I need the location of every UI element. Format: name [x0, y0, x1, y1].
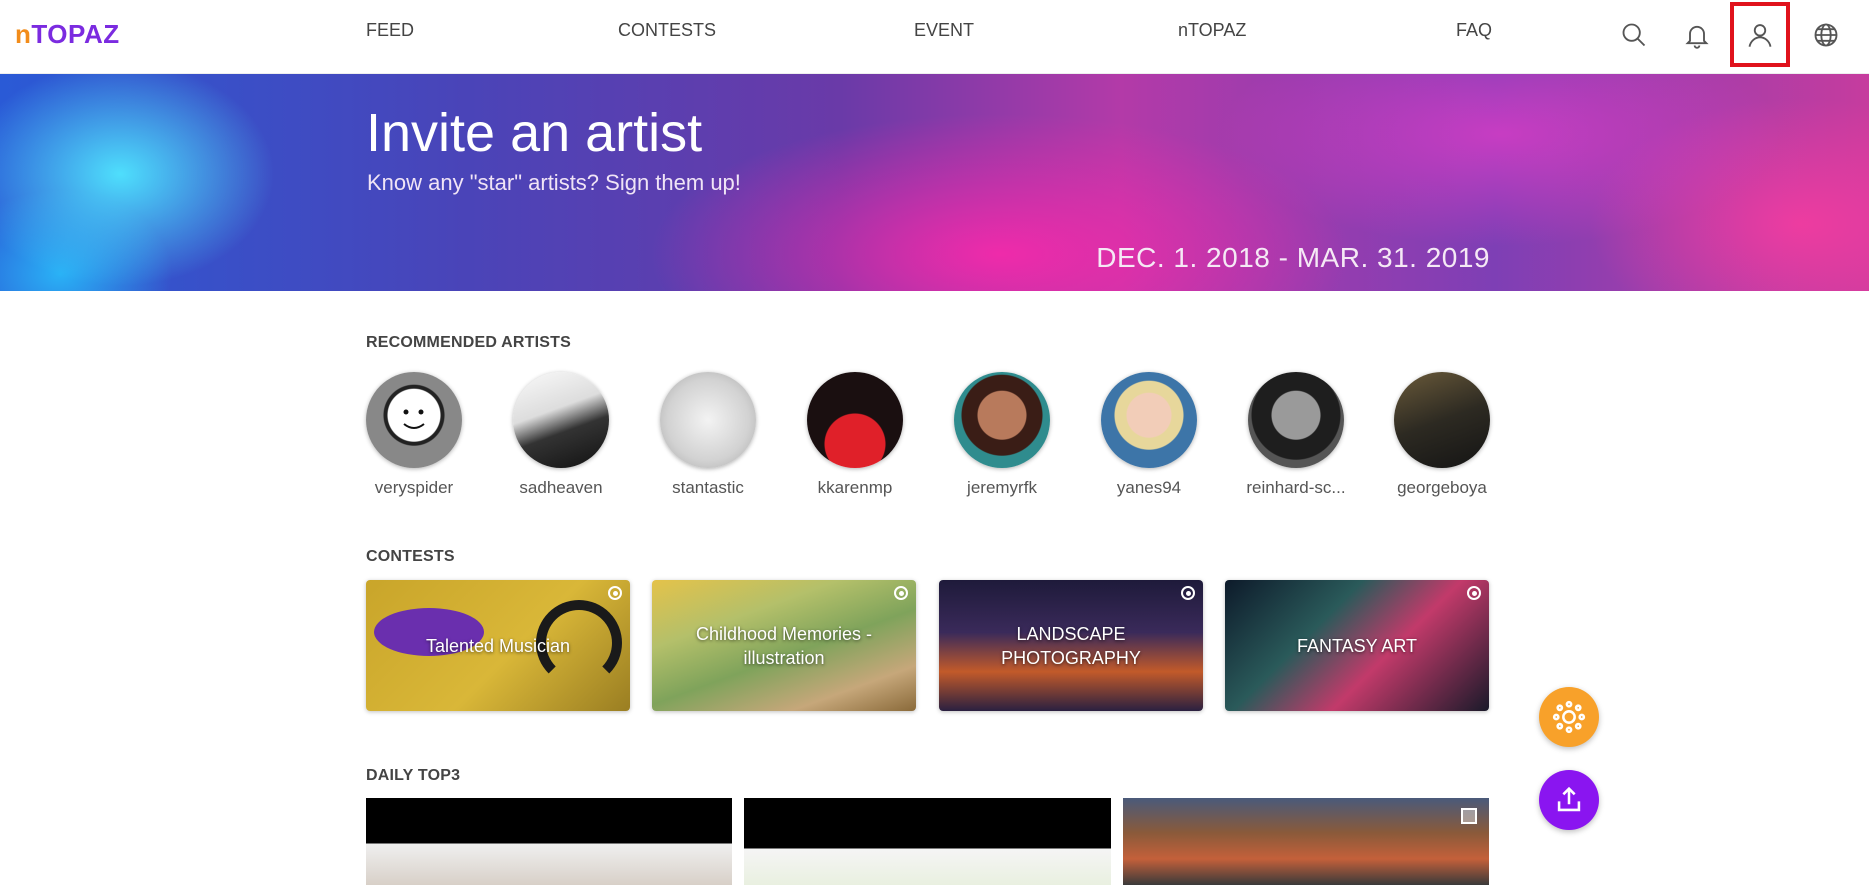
contest-title: Childhood Memories - illustration — [695, 623, 873, 668]
contest-title: FANTASY ART — [1296, 635, 1418, 656]
user-icon-highlight-box — [1730, 2, 1790, 67]
logo-text: TOPAZ — [31, 19, 120, 49]
artist-name: kkarenmp — [817, 478, 893, 497]
daily-top3-item[interactable] — [744, 798, 1111, 885]
banner-date-range: DEC. 1. 2018 - MAR. 31. 2019 — [1096, 242, 1490, 273]
avatar — [954, 372, 1050, 468]
banner-title: Invite an artist — [366, 103, 703, 163]
avatar — [660, 372, 756, 468]
artist-card[interactable]: yanes94 — [1079, 372, 1219, 498]
globe-icon[interactable] — [1806, 15, 1846, 55]
contest-title: Talented Musician — [425, 635, 571, 656]
artist-card[interactable]: georgeboya — [1372, 372, 1512, 498]
contest-card-childhood-memories[interactable]: Childhood Memories - illustration — [652, 580, 916, 711]
avatar — [366, 372, 462, 468]
artist-card[interactable]: sadheaven — [491, 372, 631, 498]
banner-subtitle: Know any "star" artists? Sign them up! — [367, 170, 741, 195]
avatar — [1101, 372, 1197, 468]
search-icon[interactable] — [1614, 15, 1654, 55]
avatar — [1248, 372, 1344, 468]
avatar — [807, 372, 903, 468]
upload-fab[interactable] — [1539, 770, 1599, 830]
logo-mark: n — [15, 19, 32, 49]
artist-card[interactable]: stantastic — [638, 372, 778, 498]
avatar — [513, 372, 609, 468]
artist-name: jeremyrfk — [967, 478, 1037, 497]
nav-contests[interactable]: CONTESTS — [618, 20, 716, 41]
nav-feed[interactable]: FEED — [366, 20, 414, 41]
artist-name: yanes94 — [1116, 478, 1182, 497]
daily-top3-item[interactable] — [1123, 798, 1489, 885]
artist-name: veryspider — [374, 478, 454, 497]
nav-ntopaz[interactable]: nTOPAZ — [1178, 20, 1246, 41]
contest-title: LANDSCAPE PHOTOGRAPHY — [1001, 623, 1141, 668]
daily-top3-item[interactable] — [366, 798, 732, 885]
multi-image-icon — [1461, 808, 1477, 824]
daily-top3-heading: DAILY TOP3 — [366, 767, 461, 784]
contest-card-talented-musician[interactable]: Talented Musician — [366, 580, 630, 711]
contests-heading: CONTESTS — [366, 548, 455, 565]
artist-name: reinhard-sc... — [1246, 478, 1346, 497]
reward-network-fab[interactable] — [1539, 687, 1599, 747]
artist-card[interactable]: jeremyrfk — [932, 372, 1072, 498]
artist-name: georgeboya — [1397, 478, 1487, 497]
nav-event[interactable]: EVENT — [914, 20, 974, 41]
recommended-artists-heading: RECOMMENDED ARTISTS — [366, 334, 571, 351]
nav-faq[interactable]: FAQ — [1456, 20, 1492, 41]
invite-artist-banner[interactable]: Invite an artist Know any "star" artists… — [0, 74, 1869, 291]
artist-name: sadheaven — [519, 478, 603, 497]
top-navigation-bar: nTOPAZ FEED CONTESTS EVENT nTOPAZ FAQ — [0, 0, 1869, 74]
contest-card-fantasy-art[interactable]: FANTASY ART — [1225, 580, 1489, 711]
radio-dot-icon[interactable] — [608, 586, 622, 600]
contest-card-landscape-photography[interactable]: LANDSCAPE PHOTOGRAPHY — [939, 580, 1203, 711]
artist-card[interactable]: reinhard-sc... — [1226, 372, 1366, 498]
radio-dot-icon[interactable] — [1181, 586, 1195, 600]
avatar — [1394, 372, 1490, 468]
radio-dot-icon[interactable] — [894, 586, 908, 600]
artist-card[interactable]: veryspider — [344, 372, 484, 498]
radio-dot-icon[interactable] — [1467, 586, 1481, 600]
ntopaz-logo[interactable]: nTOPAZ — [15, 19, 120, 50]
artist-name: stantastic — [672, 478, 744, 497]
bell-icon[interactable] — [1677, 15, 1717, 55]
artist-card[interactable]: kkarenmp — [785, 372, 925, 498]
